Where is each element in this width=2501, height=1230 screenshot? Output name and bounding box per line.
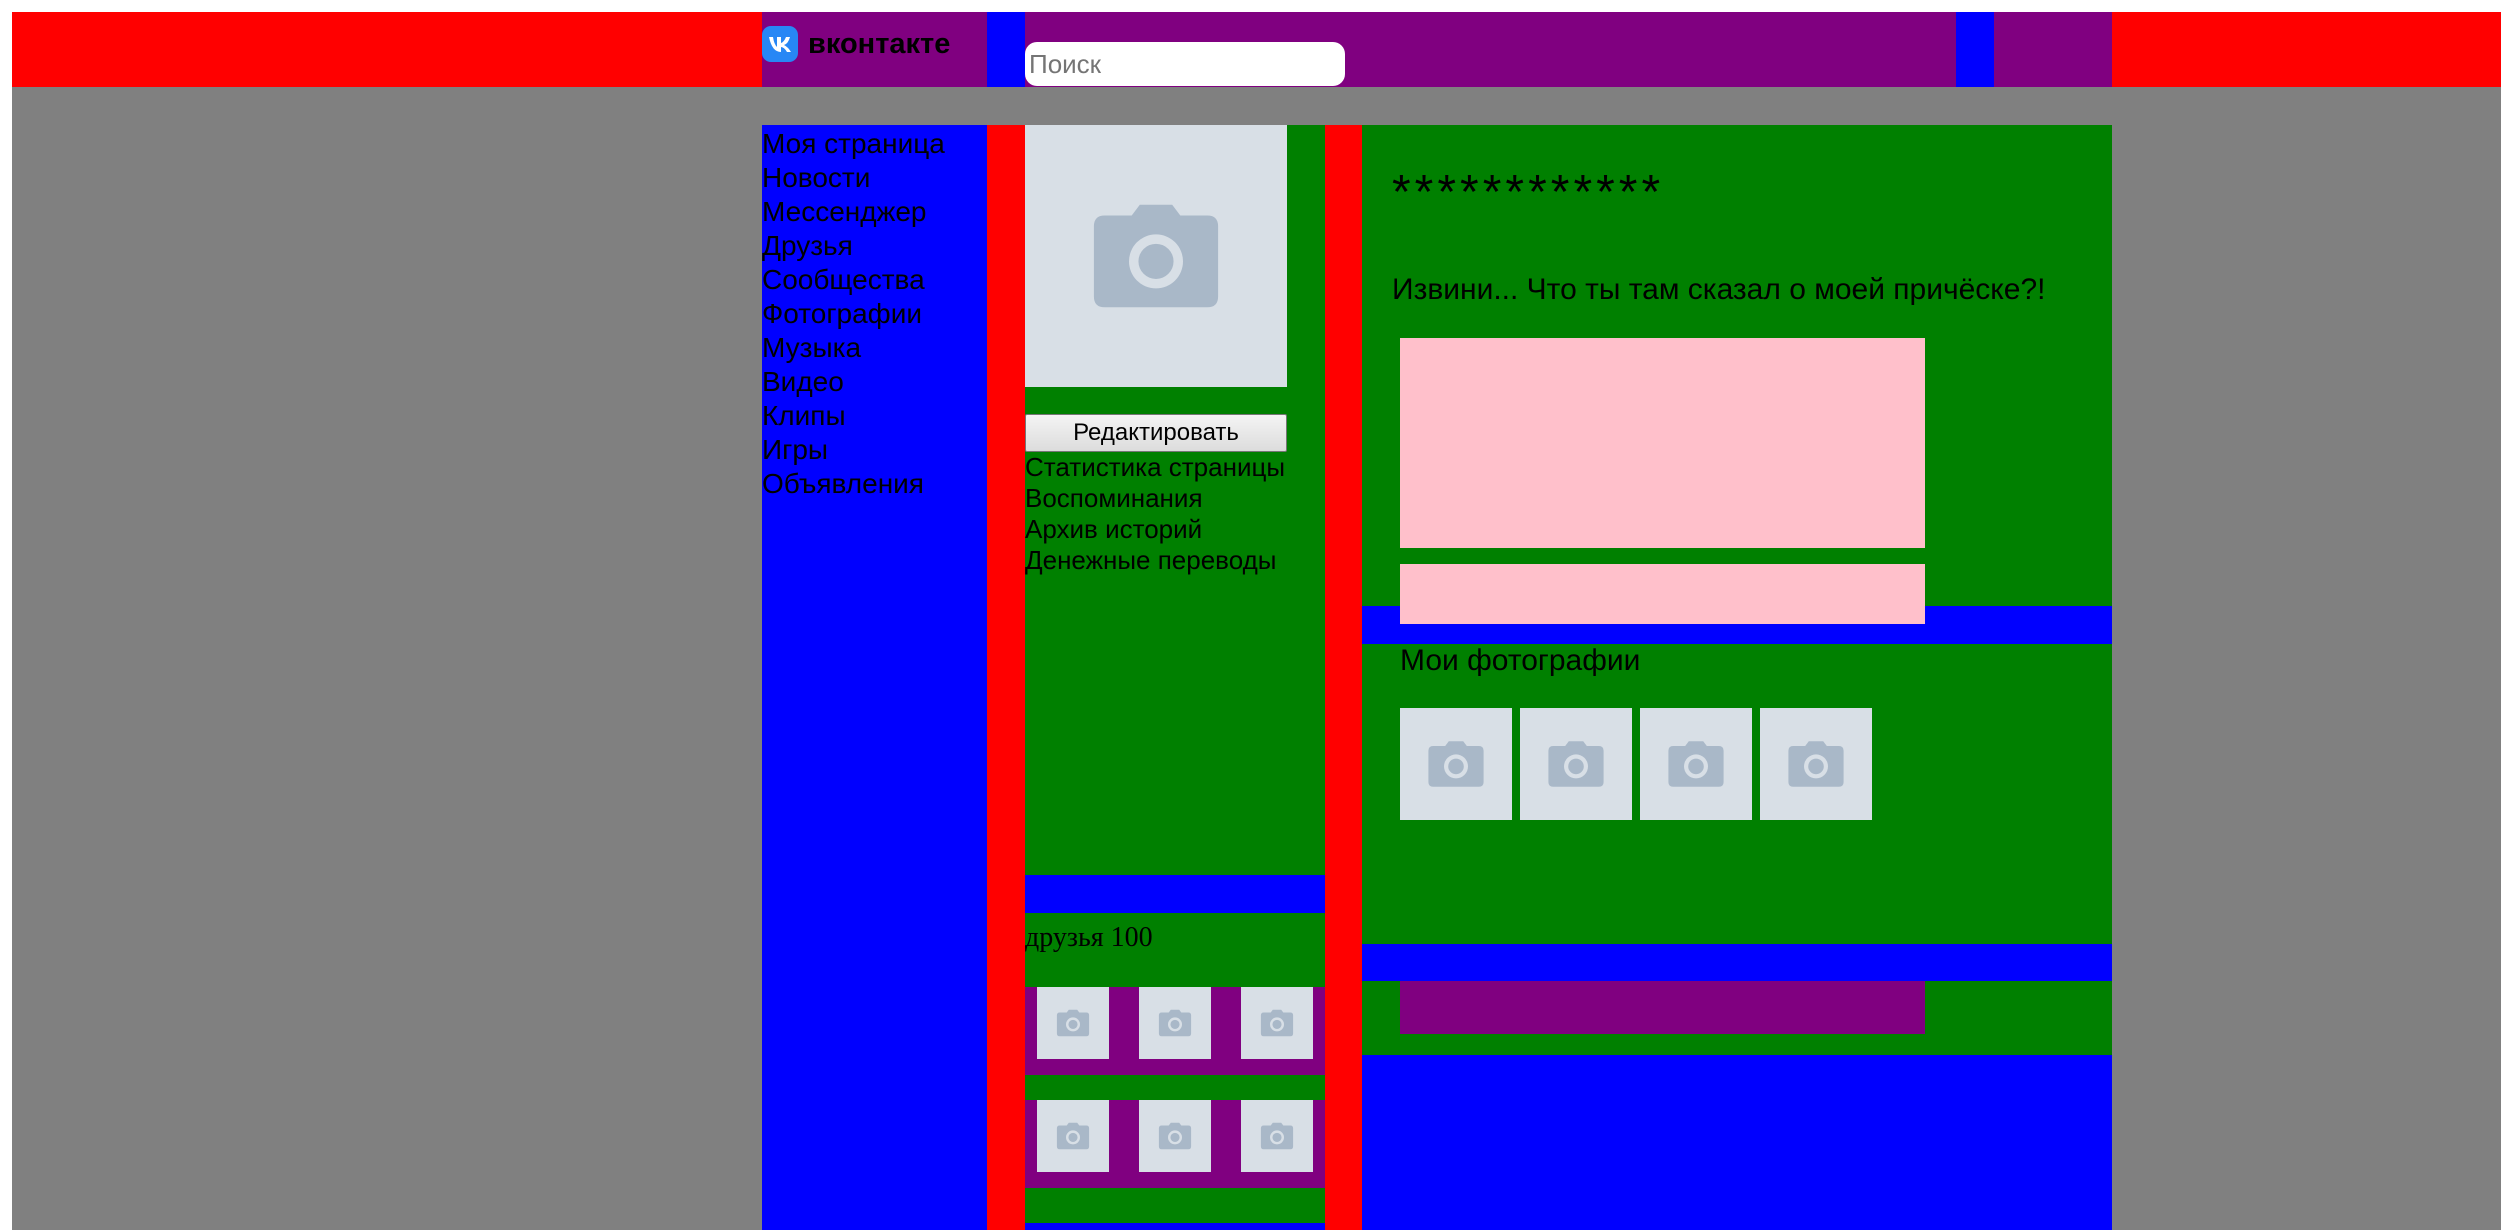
side-link-stories-archive[interactable]: Архив историй [1025,514,1285,545]
nav-item-music[interactable]: Музыка [762,331,987,365]
vk-logo-icon [762,26,798,62]
nav-item-photos[interactable]: Фотографии [762,297,987,331]
camera-icon [1055,1009,1091,1037]
friend-avatar[interactable] [1241,1100,1313,1172]
camera-icon [1786,740,1846,788]
profile-side: Редактировать Статистика страницы Воспоми… [1025,125,1325,1230]
friends-count: 100 [1110,922,1153,953]
side-links: Статистика страницы Воспоминания Архив ист… [1025,452,1285,576]
header-spacer-left [987,12,1025,87]
nav-item-clips[interactable]: Клипы [762,399,987,433]
viewport: вконтакте Моя страницаНовостиМессенджерД… [12,12,2501,1230]
wall-post-block [1362,981,2112,1055]
photo-thumb[interactable] [1520,708,1632,820]
header-right-block [1994,12,2112,87]
profile-name: ************ [1392,166,1665,219]
friends-separator [1025,875,1325,913]
nav-item-news[interactable]: Новости [762,161,987,195]
camera-icon [1157,1122,1193,1150]
edit-profile-button[interactable]: Редактировать [1025,414,1287,452]
friend-avatar[interactable] [1139,987,1211,1059]
camera-icon [1157,1009,1193,1037]
friend-avatar[interactable] [1241,987,1313,1059]
photo-thumb[interactable] [1760,708,1872,820]
profile-info-block: ************ Извини... Что ты там сказал… [1362,125,2112,624]
friend-avatar[interactable] [1139,1100,1211,1172]
logo-text: вконтакте [808,27,951,60]
friends-label: друзья [1025,922,1104,953]
profile-main: ************ Извини... Что ты там сказал… [1362,125,2112,1230]
friend-avatar[interactable] [1037,987,1109,1059]
avatar[interactable] [1025,125,1287,387]
camera-icon [1546,740,1606,788]
header-logo-block: вконтакте [762,12,987,87]
profile-status[interactable]: Извини... Что ты там сказал о моей причё… [1392,273,2045,307]
side-link-money-transfers[interactable]: Денежные переводы [1025,545,1285,576]
nav-list: Моя страница Новости Мессенджер Друзья Сообщ… [762,125,987,501]
side-bottom-bar [1025,1223,1325,1230]
photo-thumb[interactable] [1640,708,1752,820]
side-link-memories[interactable]: Воспоминания [1025,483,1285,514]
nav-item-games[interactable]: Игры [762,433,987,467]
nav-item-video[interactable]: Видео [762,365,987,399]
vk-logo[interactable]: вконтакте [762,26,950,62]
camera-icon [1666,740,1726,788]
photos-title[interactable]: Мои фотографии [1400,644,1640,678]
nav-item-my-page[interactable]: Моя страница [762,127,987,161]
photo-thumb[interactable] [1400,708,1512,820]
camera-icon [1055,1122,1091,1150]
camera-icon [1088,202,1224,310]
photos-block: Мои фотографии [1362,644,2112,944]
profile-details-box [1400,338,1925,548]
friends-row-1 [1025,987,1325,1075]
profile-details-more[interactable] [1400,564,1925,624]
camera-icon [1259,1009,1295,1037]
nav-item-friends[interactable]: Друзья [762,229,987,263]
divider-right [1325,125,1362,1230]
nav-item-communities[interactable]: Сообщества [762,263,987,297]
nav-item-ads[interactable]: Объявления [762,467,987,501]
friend-avatar[interactable] [1037,1100,1109,1172]
header-bar: вконтакте [12,12,2501,87]
camera-icon [1426,740,1486,788]
friends-title[interactable]: друзья 100 [1025,922,1153,954]
header-spacer-right [1956,12,1994,87]
camera-icon [1259,1122,1295,1150]
header-search-block [1025,12,1956,87]
wall-post-input[interactable] [1400,981,1925,1034]
side-link-stats[interactable]: Статистика страницы [1025,452,1285,483]
friends-row-2 [1025,1100,1325,1188]
divider-left [987,125,1025,1230]
nav-item-messenger[interactable]: Мессенджер [762,195,987,229]
search-input[interactable] [1025,42,1345,86]
left-nav: Моя страница Новости Мессенджер Друзья Сообщ… [762,125,987,1230]
